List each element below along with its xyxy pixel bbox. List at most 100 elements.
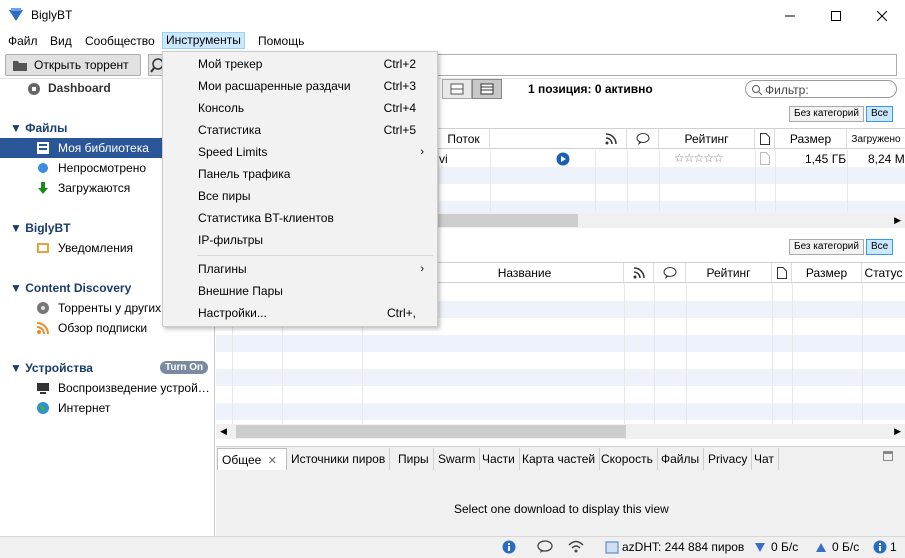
sidebar-item-library[interactable]: Моя библиотека [58, 138, 149, 158]
turn-on-badge[interactable]: Turn On [160, 361, 209, 374]
chip-all-bottom[interactable]: Все [866, 239, 894, 255]
list-view-icon [450, 83, 464, 95]
menu-item-statistics[interactable]: Статистика Ctrl+5 [164, 119, 436, 141]
menu-view[interactable]: Вид [47, 33, 75, 50]
rating-stars[interactable]: ☆☆☆☆☆ [674, 151, 724, 165]
filter-input[interactable]: Фильтр: [745, 80, 897, 98]
col-name[interactable]: Название [426, 263, 624, 284]
tab-peer-sources[interactable]: Источники пиров [287, 448, 391, 470]
download-speed-icon[interactable] [754, 541, 766, 553]
sidebar-item-subscriptions[interactable]: Обзор подписки [58, 318, 147, 338]
hscroll-thumb[interactable] [236, 425, 626, 438]
col-rss-bottom[interactable] [624, 263, 654, 284]
menu-item-my-shares[interactable]: Мои расшаренные раздачи Ctrl+3 [164, 75, 436, 97]
info-icon[interactable] [502, 540, 516, 554]
tab-swarm[interactable]: Swarm [434, 448, 481, 470]
console-shortcut: Ctrl+4 [383, 101, 416, 115]
menu-item-traffic-panel[interactable]: Панель трафика [164, 163, 436, 185]
all-peers-label: Все пиры [198, 189, 251, 203]
col-size[interactable]: Размер [775, 129, 847, 150]
tab-pieces[interactable]: Части [478, 448, 520, 470]
upload-speed-icon[interactable] [815, 541, 827, 553]
sidebar-dashboard[interactable]: Dashboard [48, 78, 111, 98]
tab-files[interactable]: Файлы [657, 448, 705, 470]
open-torrent-button[interactable]: Открыть торрент [5, 54, 141, 76]
close-button[interactable] [859, 0, 905, 31]
chip-no-category-bottom[interactable]: Без категорий [789, 239, 864, 255]
dht-icon [605, 541, 619, 554]
menu-item-external-peers[interactable]: Внешние Пары [164, 280, 436, 302]
menu-item-settings[interactable]: Настройки... Ctrl+, [164, 302, 436, 324]
description-doc-icon [760, 152, 770, 165]
sidebar-header-discovery[interactable]: ▼ Content Discovery [10, 278, 131, 298]
minimize-button[interactable] [767, 0, 813, 31]
chip-all-top[interactable]: Все [866, 106, 894, 122]
alerts-info-icon[interactable] [873, 540, 887, 554]
search-input[interactable] [430, 54, 897, 76]
tab-general[interactable]: Общее ✕ [217, 448, 287, 471]
col-size-bottom[interactable]: Размер [792, 263, 862, 284]
tab-peers[interactable]: Пиры [394, 448, 434, 470]
maximize-panel-icon[interactable] [883, 451, 893, 461]
library-summary: 1 позиция: 0 активно [528, 82, 653, 96]
globe-icon [37, 402, 49, 414]
settings-label: Настройки... [198, 306, 267, 320]
menu-community[interactable]: Сообщество [82, 33, 158, 50]
bottom-table-hscrollbar[interactable]: ◀ ▶ [216, 424, 905, 439]
menu-tools[interactable]: Инструменты [162, 32, 245, 49]
sidebar-item-device-playback[interactable]: Воспроизведение устрой… [58, 378, 210, 398]
view-compact-button[interactable] [442, 79, 472, 99]
menu-item-plugins[interactable]: Плагины › [164, 258, 436, 280]
chat-status-icon[interactable] [537, 540, 553, 554]
col-comments-bottom[interactable] [654, 263, 686, 284]
col-description[interactable] [755, 129, 775, 150]
col-description-bottom[interactable] [772, 263, 792, 284]
menu-file[interactable]: Файл [5, 33, 41, 50]
tab-speed[interactable]: Скорость [597, 448, 658, 470]
sidebar-header-files[interactable]: ▼ Файлы [10, 118, 67, 138]
col-rss[interactable] [595, 129, 627, 150]
sidebar-item-unwatched[interactable]: Непросмотрено [58, 158, 146, 178]
scroll-right-icon[interactable]: ▶ [894, 213, 901, 228]
chip-no-category-top[interactable]: Без категорий [789, 106, 864, 122]
menu-separator [197, 255, 433, 256]
menu-item-ip-filters[interactable]: IP-фильтры [164, 229, 436, 251]
close-tab-icon[interactable]: ✕ [268, 455, 277, 467]
row-size: 1,45 ГБ [805, 152, 847, 166]
notifications-icon [37, 243, 49, 253]
sidebar-header-devices[interactable]: ▼ Устройства [10, 358, 93, 378]
scroll-right-icon[interactable]: ▶ [894, 424, 901, 439]
col-downloaded[interactable]: Загружено [847, 129, 905, 150]
col-status[interactable]: Статус [862, 263, 905, 284]
my-shares-shortcut: Ctrl+3 [383, 79, 416, 93]
menu-item-speed-limits[interactable]: Speed Limits › [164, 141, 436, 163]
col-stream[interactable]: Поток [438, 129, 490, 150]
statistics-shortcut: Ctrl+5 [383, 123, 416, 137]
table-view-icon [480, 83, 494, 95]
menu-item-all-peers[interactable]: Все пиры [164, 185, 436, 207]
maximize-button[interactable] [813, 0, 859, 31]
document-header-icon [776, 267, 787, 279]
menu-item-my-tracker[interactable]: Мой трекер Ctrl+2 [164, 53, 436, 75]
tab-piece-map[interactable]: Карта частей [518, 448, 601, 470]
tab-privacy[interactable]: Privacy [704, 448, 753, 470]
sidebar-item-internet[interactable]: Интернет [58, 398, 110, 418]
menu-item-bt-client-stats[interactable]: Статистика BT-клиентов [164, 207, 436, 229]
col-comments[interactable] [627, 129, 659, 150]
view-detailed-button[interactable] [472, 79, 502, 99]
sidebar-item-others-torrents[interactable]: Торренты у других [58, 298, 161, 318]
maximize-icon [831, 10, 841, 21]
torrents-others-icon [37, 302, 49, 314]
play-stream-icon[interactable] [556, 152, 570, 166]
hscroll-thumb[interactable] [436, 214, 578, 227]
sidebar-header-biglybt[interactable]: ▼ BiglyBT [10, 218, 71, 238]
scroll-left-icon[interactable]: ◀ [220, 424, 227, 439]
sidebar-item-notifications[interactable]: Уведомления [58, 238, 133, 258]
col-rating-bottom[interactable]: Рейтинг [686, 263, 772, 284]
col-rating[interactable]: Рейтинг [659, 129, 755, 150]
network-status-icon[interactable] [568, 539, 584, 553]
menu-help[interactable]: Помощь [255, 33, 307, 50]
tab-chat[interactable]: Чат [750, 448, 779, 470]
menu-item-console[interactable]: Консоль Ctrl+4 [164, 97, 436, 119]
sidebar-item-downloading[interactable]: Загружаются [58, 178, 130, 198]
